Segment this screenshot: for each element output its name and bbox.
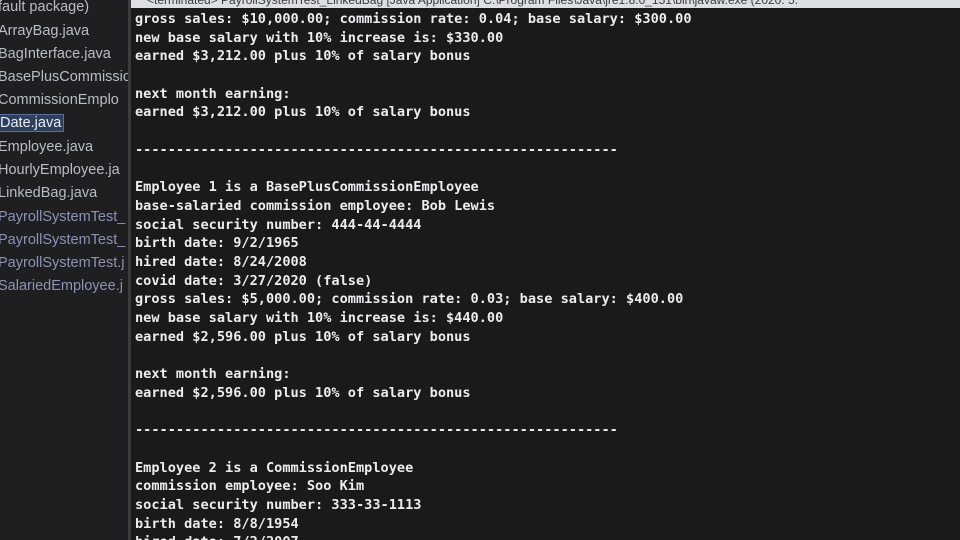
console-line: earned $2,596.00 plus 10% of salary bonu… (135, 328, 471, 345)
console-title: <terminated> PayrollSystemTest_LinkedBag… (131, 0, 960, 8)
tree-item-label: HourlyEmployee.ja (0, 162, 120, 178)
console-line: social security number: 333-33-1113 (135, 496, 422, 513)
tree-item-hourlyemployee[interactable]: HourlyEmployee.ja (0, 159, 120, 181)
tree-item-label: BasePlusCommissio (0, 69, 128, 85)
tree-item-label: Date.java (0, 114, 65, 132)
tree-item-label: LinkedBag.java (0, 185, 98, 201)
console-line: Employee 1 is a BasePlusCommissionEmploy… (135, 179, 479, 196)
tree-item-label: PayrollSystemTest_ (0, 209, 126, 225)
console-line: social security number: 444-44-4444 (135, 216, 422, 233)
tree-item-label: Employee.java (0, 139, 94, 155)
tree-item-payrollsystemtest-3[interactable]: PayrollSystemTest.j (0, 252, 125, 274)
console-line: base-salaried commission employee: Bob L… (135, 197, 496, 214)
console-line: commission employee: Soo Kim (135, 478, 365, 495)
console-line: new base salary with 10% increase is: $3… (135, 29, 504, 46)
tree-item-payrollsystemtest-1[interactable]: PayrollSystemTest_ (0, 206, 125, 228)
tree-item-label: ArrayBag.java (0, 23, 90, 39)
tree-item-salariedemployee[interactable]: SalariedEmployee.j (0, 275, 123, 297)
console-line: hired date: 7/2/2007 (135, 533, 955, 540)
console-line: hired date: 8/24/2008 (135, 253, 307, 270)
console-line: covid date: 3/27/2020 (false) (135, 272, 373, 289)
console-view[interactable]: <terminated> PayrollSystemTest_LinkedBag… (131, 0, 960, 540)
tree-item-arraybag[interactable]: ArrayBag.java (0, 20, 89, 42)
tree-item-label: BagInterface.java (0, 46, 111, 62)
tree-item-label: fault package) (0, 0, 90, 15)
tree-item-employee[interactable]: Employee.java (0, 136, 93, 158)
tree-item-label: CommissionEmplo (0, 92, 119, 108)
tree-item-linkedbag[interactable]: LinkedBag.java (0, 182, 97, 204)
package-explorer: fault package) ArrayBag.java BagInterfac… (0, 0, 128, 540)
tree-item-date[interactable]: Date.java (0, 112, 65, 134)
console-line: gross sales: $10,000.00; commission rate… (135, 11, 692, 27)
console-line: next month earning: (135, 366, 291, 383)
console-line: birth date: 8/8/1954 (135, 515, 299, 532)
console-line: earned $3,212.00 plus 10% of salary bonu… (135, 104, 471, 121)
console-line: earned $3,212.00 plus 10% of salary bonu… (135, 48, 471, 65)
tree-item-payrollsystemtest-2[interactable]: PayrollSystemTest_ (0, 229, 125, 251)
console-line: new base salary with 10% increase is: $4… (135, 310, 504, 326)
tree-item-default-package[interactable]: fault package) (0, 0, 89, 18)
tree-item-baginterface[interactable]: BagInterface.java (0, 43, 111, 65)
console-separator: ----------------------------------------… (135, 141, 618, 158)
console-line: Employee 2 is a CommissionEmployee (135, 459, 414, 476)
tree-item-label: PayrollSystemTest_ (0, 232, 126, 248)
console-line: birth date: 9/2/1965 (135, 235, 299, 252)
console-line: next month earning: (135, 85, 291, 102)
console-line: earned $2,596.00 plus 10% of salary bonu… (135, 384, 471, 401)
console-line: gross sales: $5,000.00; commission rate:… (135, 291, 684, 308)
tree-item-basepluscommission[interactable]: BasePlusCommissio (0, 66, 128, 88)
console-output[interactable]: gross sales: $10,000.00; commission rate… (135, 10, 955, 540)
tree-item-commissionemployee[interactable]: CommissionEmplo (0, 89, 119, 111)
tree-item-label: PayrollSystemTest.j (0, 255, 125, 271)
console-separator: ----------------------------------------… (135, 422, 618, 439)
tree-item-label: SalariedEmployee.j (0, 278, 123, 294)
